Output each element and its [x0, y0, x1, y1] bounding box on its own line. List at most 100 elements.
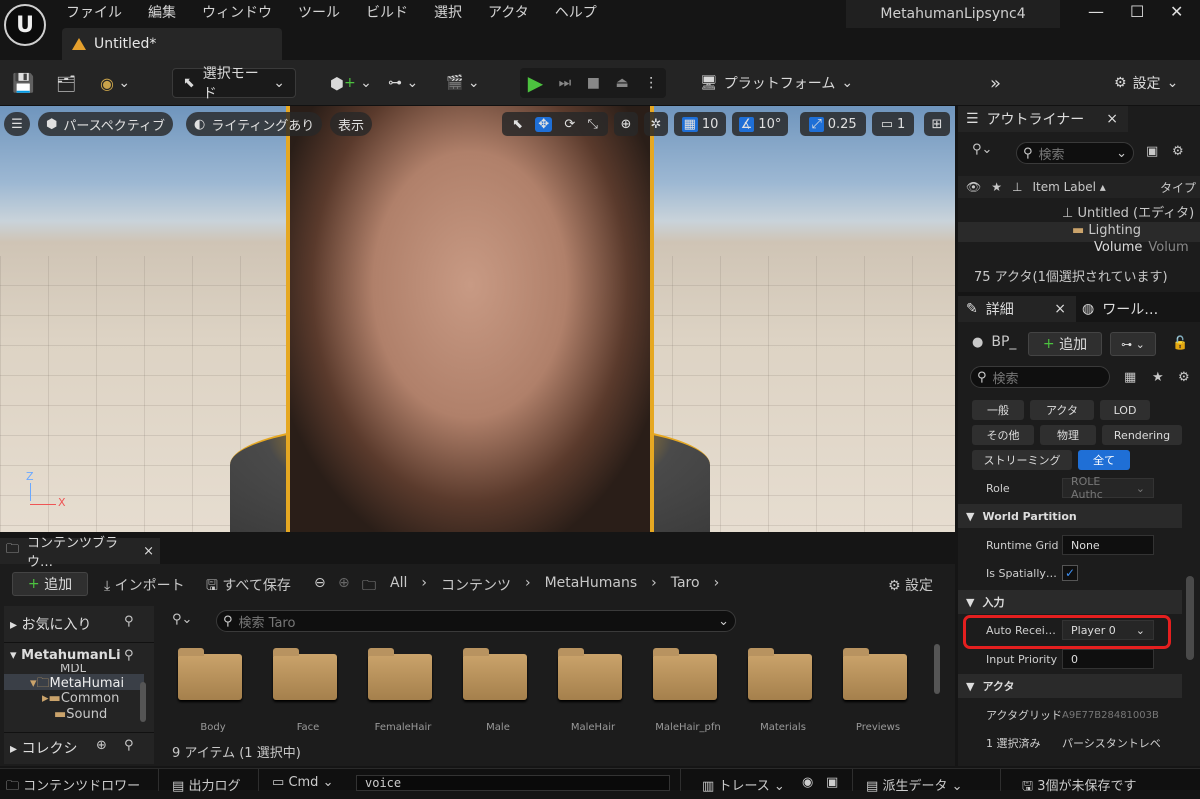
stop-icon[interactable]: ■ [587, 75, 600, 91]
folder-male[interactable] [463, 648, 527, 700]
viewport-menu-icon[interactable]: ☰ [4, 112, 30, 136]
select-tool-icon[interactable]: ⬉ [512, 117, 523, 132]
column-type[interactable]: タイプ [1160, 179, 1196, 196]
scale-snap-button[interactable]: ⤢ 0.25 [800, 112, 866, 136]
filter-rendering[interactable]: Rendering [1102, 425, 1182, 445]
expand-toolbar-icon[interactable]: » [990, 68, 1001, 98]
close-icon[interactable]: × [1054, 301, 1066, 317]
menu-build[interactable]: ビルド [366, 2, 408, 22]
pin-icon[interactable]: ⊥ [1012, 180, 1022, 194]
outliner-row-untitled[interactable]: ⊥ Untitled (エディタ) [1062, 202, 1194, 221]
back-icon[interactable]: ⊖ [314, 575, 326, 591]
tab-untitled[interactable]: Untitled* [62, 28, 282, 60]
forward-icon[interactable]: ⊕ [338, 575, 350, 591]
content-settings-button[interactable]: ⚙ 設定 [888, 575, 933, 595]
content-search-input[interactable]: ⚲ 検索 Taro ⌄ [216, 610, 736, 632]
section-input[interactable]: ▼ 入力 [958, 590, 1182, 614]
tree-root[interactable]: ▾ MetahumanLi [10, 648, 121, 663]
add-actor-button[interactable]: ⬢ + ⌄ [330, 68, 372, 98]
breadcrumb-metahumans[interactable]: MetaHumans [545, 575, 638, 599]
rotate-tool-icon[interactable]: ⟳ [564, 117, 575, 132]
tab-world-settings[interactable]: ◍ ワール… [1082, 296, 1158, 322]
content-scrollbar[interactable] [934, 644, 940, 694]
lighting-button[interactable]: ◐ ライティングあり [186, 112, 323, 136]
filter-streaming[interactable]: ストリーミング [972, 450, 1072, 470]
search-icon[interactable]: ⚲ [124, 614, 134, 629]
unreal-logo[interactable]: U [4, 4, 46, 46]
camera-speed-button[interactable]: ▭ 1 [872, 112, 914, 136]
lock-icon[interactable]: 🔓 [1172, 336, 1188, 351]
record-icon[interactable]: ◉ [802, 775, 813, 790]
filter-general[interactable]: 一般 [972, 400, 1024, 420]
filter-physics[interactable]: 物理 [1040, 425, 1096, 445]
menu-file[interactable]: ファイル [66, 2, 122, 22]
close-icon[interactable]: × [1106, 111, 1118, 127]
outliner-tab[interactable]: ☰ アウトライナー × [958, 106, 1128, 132]
blueprint-button[interactable]: ⊶ ⌄ [388, 68, 418, 98]
play-icon[interactable]: ▶ [528, 71, 543, 95]
more-options-icon[interactable]: ⋮ [644, 75, 658, 91]
search-icon[interactable]: ⚲ [124, 648, 134, 663]
layout-icon[interactable]: ⊞ [924, 112, 950, 136]
tab-details[interactable]: ✎ 詳細 × [958, 296, 1076, 322]
breadcrumb-content[interactable]: コンテンツ [441, 575, 511, 599]
filter-icon[interactable]: ⚲⌄ [172, 612, 192, 627]
breadcrumb-all[interactable]: All [390, 575, 407, 599]
input-priority-input[interactable]: 0 [1062, 649, 1154, 669]
filter-icon[interactable]: ⚲⌄ [972, 142, 992, 157]
menu-window[interactable]: ウィンドウ [202, 2, 272, 22]
search-icon[interactable]: ⚲ [124, 738, 134, 753]
cmd-dropdown[interactable]: ▭ Cmd ⌄ [272, 775, 333, 790]
menu-select[interactable]: 選択 [434, 2, 462, 22]
save-icon[interactable]: 💾 [12, 68, 34, 98]
eye-icon[interactable]: 👁 [966, 180, 981, 194]
add-folder-icon[interactable]: ▣ [1146, 144, 1158, 159]
import-button[interactable]: ⤓ インポート [104, 575, 185, 595]
favorites-header[interactable]: ▸ お気に入り [10, 614, 91, 634]
collections-header[interactable]: ▸ コレクシ [10, 738, 77, 758]
details-scrollbar[interactable] [1186, 576, 1194, 660]
breadcrumb-taro[interactable]: Taro [671, 575, 700, 599]
menu-help[interactable]: ヘルプ [555, 2, 597, 22]
section-actor[interactable]: ▼ アクタ [958, 674, 1182, 698]
menu-actor[interactable]: アクタ [488, 2, 529, 22]
save-all-button[interactable]: 🖫 すべて保存 [206, 575, 291, 599]
folder-malehair-pfn[interactable] [653, 648, 717, 700]
step-icon[interactable]: ⏭ [559, 75, 572, 91]
close-icon[interactable]: ✕ [1170, 2, 1183, 21]
derived-data-dropdown[interactable]: ▤ 派生データ ⌄ [866, 775, 962, 794]
camera-icon[interactable]: ▣ [826, 775, 838, 790]
star-icon[interactable]: ★ [1152, 370, 1164, 385]
outliner-row-volume[interactable]: Volume Volum [1094, 240, 1189, 255]
trace-dropdown[interactable]: ▥ トレース ⌄ [702, 775, 785, 794]
folder-face[interactable] [273, 648, 337, 700]
outliner-row-lighting[interactable]: ▬ Lighting [1072, 223, 1141, 238]
settings-dropdown[interactable]: ⚙ 設定 ⌄ [1114, 68, 1178, 98]
console-input[interactable]: voice [356, 775, 670, 791]
blueprint-dropdown[interactable]: ⊶ ⌄ [1110, 332, 1156, 356]
folder-malehair[interactable] [558, 648, 622, 700]
filter-lod[interactable]: LOD [1100, 400, 1150, 420]
rotation-snap-button[interactable]: ∡ 10° [732, 112, 788, 136]
scale-tool-icon[interactable]: ⤡ [587, 117, 597, 132]
folder-femalehair[interactable] [368, 648, 432, 700]
menu-tools[interactable]: ツール [298, 2, 340, 22]
add-collection-icon[interactable]: ⊕ [96, 738, 107, 753]
runtime-grid-input[interactable]: None [1062, 535, 1154, 555]
folder-materials[interactable] [748, 648, 812, 700]
perspective-button[interactable]: ⬢ パースペクティブ [38, 112, 174, 136]
world-local-icon[interactable]: ⊕ [614, 112, 638, 136]
add-component-button[interactable]: + 追加 [1028, 332, 1102, 356]
grid-snap-button[interactable]: ▦ 10 [674, 112, 726, 136]
maximize-icon[interactable]: ☐ [1130, 2, 1144, 21]
tree-scrollbar[interactable] [140, 682, 146, 722]
content-browser-icon[interactable]: 🗂 [56, 68, 76, 98]
spatially-checkbox[interactable]: ✓ [1062, 565, 1078, 581]
select-mode-dropdown[interactable]: ⬉ 選択モード ⌄ [172, 66, 296, 102]
metahuman-character[interactable] [286, 106, 654, 532]
gear-icon[interactable]: ⚙ [1172, 144, 1184, 159]
content-add-button[interactable]: + 追加 [12, 572, 88, 596]
unsaved-button[interactable]: 🖫 3個が未保存です [1022, 775, 1137, 799]
tree-item-common[interactable]: ▸▬Common [42, 691, 119, 706]
tree-item-mdl[interactable]: MDL [60, 664, 86, 674]
